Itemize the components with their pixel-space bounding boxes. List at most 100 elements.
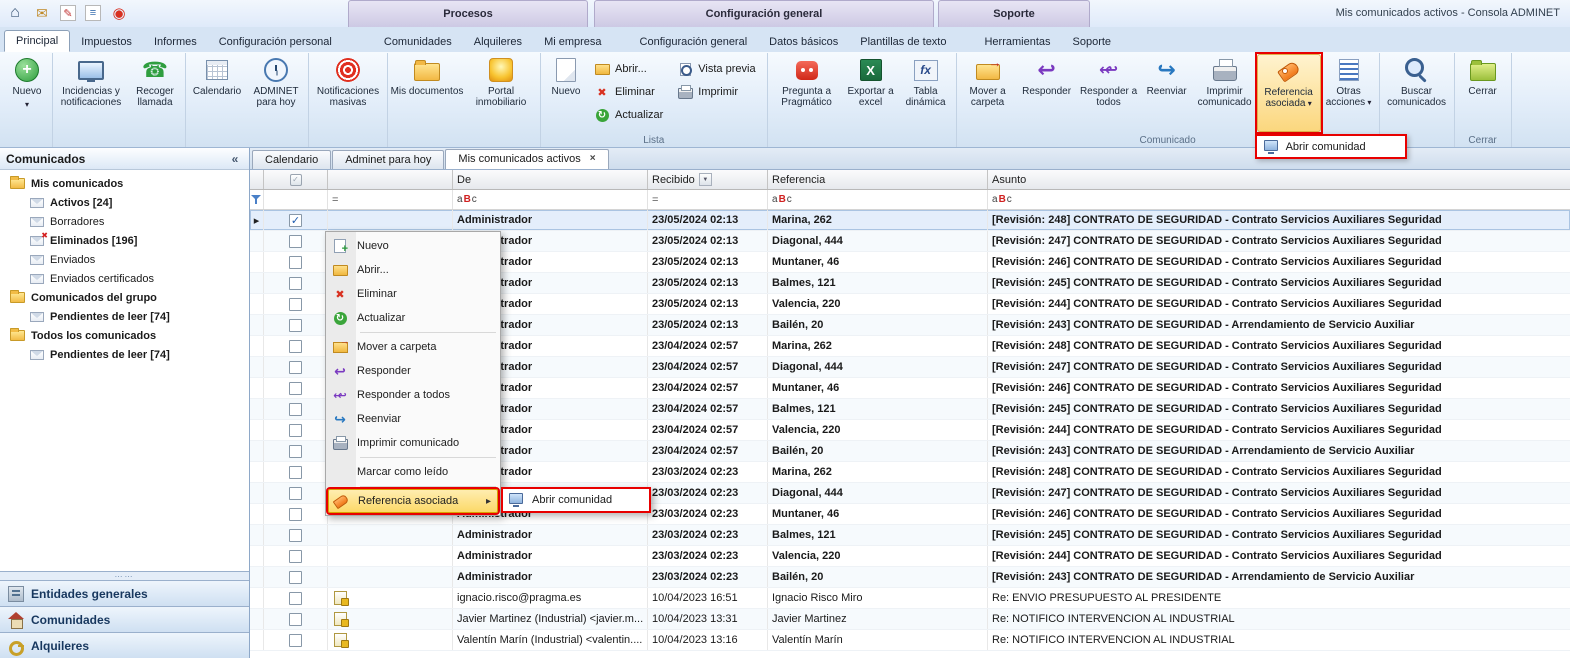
table-row[interactable]: Administrador23/03/2024 02:23Bailén, 20[…	[250, 567, 1570, 588]
tab-plantillas-de-texto[interactable]: Plantillas de texto	[849, 32, 957, 52]
row-checkbox[interactable]	[289, 319, 302, 332]
ribbon-cerrar-button[interactable]: Cerrar	[1457, 54, 1509, 132]
tab-principal[interactable]: Principal	[4, 30, 70, 52]
row-checkbox[interactable]	[289, 634, 302, 647]
ribbon-calendario-button[interactable]: Calendario	[188, 54, 246, 132]
ribbon-nuevo-documento-button[interactable]: Nuevo	[543, 54, 589, 132]
ribbon-reenviar-button[interactable]: Reenviar	[1141, 54, 1193, 132]
row-checkbox[interactable]	[289, 466, 302, 479]
ribbon-portal-inmobiliario-button[interactable]: Portal inmobiliario	[464, 54, 538, 132]
ribbon-notificaciones-masivas-button[interactable]: Notificaciones masivas	[311, 54, 385, 132]
ribbon-abrir-button[interactable]: Abrir...	[592, 59, 669, 79]
row-checkbox[interactable]	[289, 529, 302, 542]
filter-cell-de[interactable]: aBc	[453, 190, 648, 209]
ribbon-imprimir-button[interactable]: Imprimir	[675, 82, 761, 102]
menu-item-responder[interactable]: Responder	[328, 359, 498, 383]
table-row[interactable]: ignacio.risco@pragma.es10/04/2023 16:51I…	[250, 588, 1570, 609]
filter-cell-indicator[interactable]	[250, 190, 264, 209]
mail-icon[interactable]	[33, 4, 51, 22]
ribbon-tabla-dinamica-button[interactable]: Tabla dinámica	[898, 54, 954, 132]
ribbon-mis-documentos-button[interactable]: Mis documentos	[390, 54, 464, 132]
menu-item-responder-a-todos[interactable]: Responder a todos	[328, 383, 498, 407]
menu-item-nuevo[interactable]: Nuevo	[328, 234, 498, 258]
table-row[interactable]: Administrador23/05/2024 02:13Marina, 262…	[250, 210, 1570, 231]
ribbon-referencia-asociada-button[interactable]: Referencia asociada	[1257, 54, 1321, 132]
row-checkbox[interactable]	[289, 445, 302, 458]
sidebar-nav-alquileres[interactable]: Alquileres	[0, 632, 249, 658]
row-checkbox[interactable]	[289, 571, 302, 584]
tab-configuracion-personal[interactable]: Configuración personal	[208, 32, 343, 52]
row-checkbox[interactable]	[289, 256, 302, 269]
context-submenu-abrir-comunidad[interactable]: Abrir comunidad	[501, 487, 651, 513]
row-checkbox[interactable]	[289, 235, 302, 248]
table-row[interactable]: Javier Martinez (Industrial) <javier.m..…	[250, 609, 1570, 630]
row-checkbox[interactable]	[289, 613, 302, 626]
tab-configuracion-general[interactable]: Configuración general	[629, 32, 759, 52]
row-checkbox[interactable]	[289, 340, 302, 353]
ribbon-nuevo-button[interactable]: Nuevo	[4, 54, 50, 132]
row-checkbox[interactable]	[289, 487, 302, 500]
doc-tab-adminet-para-hoy[interactable]: Adminet para hoy	[332, 150, 444, 169]
header-icon-column[interactable]	[328, 170, 453, 189]
filter-cell-referencia[interactable]: aBc	[768, 190, 988, 209]
row-checkbox[interactable]	[289, 382, 302, 395]
edit-document-icon[interactable]	[60, 5, 76, 21]
ribbon-mover-carpeta-button[interactable]: Mover a carpeta	[959, 54, 1017, 132]
tree-item-eliminados-196[interactable]: Eliminados [196]	[0, 231, 249, 250]
ribbon-buscar-comunicados-button[interactable]: Buscar comunicados	[1382, 54, 1452, 132]
record-icon[interactable]	[110, 4, 128, 22]
tree-item-enviados[interactable]: Enviados	[0, 250, 249, 269]
filter-cell-recibido[interactable]: =	[648, 190, 768, 209]
tree-item-todos-los-comunicados[interactable]: Todos los comunicados	[0, 326, 249, 345]
header-de[interactable]: De	[453, 170, 648, 189]
ribbon-incidencias-button[interactable]: Incidencias y notificaciones	[55, 54, 127, 132]
header-select-all[interactable]	[264, 170, 328, 189]
filter-cell-checkbox[interactable]	[264, 190, 328, 209]
header-referencia[interactable]: Referencia	[768, 170, 988, 189]
menu-item-abrir[interactable]: Abrir...	[328, 258, 498, 282]
ribbon-pregunta-pragmatico-button[interactable]: Pregunta a Pragmático	[770, 54, 844, 132]
tree-item-mis-comunicados[interactable]: Mis comunicados	[0, 174, 249, 193]
doc-tab-mis-comunicados-activos[interactable]: Mis comunicados activos	[445, 149, 608, 169]
menu-item-eliminar[interactable]: Eliminar	[328, 282, 498, 306]
tab-herramientas[interactable]: Herramientas	[973, 32, 1061, 52]
splitter-grip[interactable]	[0, 571, 249, 580]
tree-item-activos-24[interactable]: Activos [24]	[0, 193, 249, 212]
table-row[interactable]: Valentín Marín (Industrial) <valentin...…	[250, 630, 1570, 651]
ribbon-responder-button[interactable]: Responder	[1017, 54, 1077, 132]
ribbon-actualizar-button[interactable]: Actualizar	[592, 105, 669, 125]
menu-item-actualizar[interactable]: Actualizar	[328, 306, 498, 330]
home-icon[interactable]	[6, 4, 24, 22]
ribbon-vista-previa-button[interactable]: Vista previa	[675, 59, 761, 79]
ribbon-otras-acciones-button[interactable]: Otras acciones	[1321, 54, 1377, 132]
ribbon-responder-todos-button[interactable]: Responder a todos	[1077, 54, 1141, 132]
header-asunto[interactable]: Asunto	[988, 170, 1570, 189]
row-checkbox[interactable]	[289, 277, 302, 290]
tree-item-enviados-certificados[interactable]: Enviados certificados	[0, 269, 249, 288]
row-checkbox[interactable]	[289, 403, 302, 416]
document-icon[interactable]	[85, 5, 101, 21]
tree-item-pendientes-de-leer-74[interactable]: Pendientes de leer [74]	[0, 307, 249, 326]
tree-item-pendientes-de-leer-74[interactable]: Pendientes de leer [74]	[0, 345, 249, 364]
menu-item-mover-a-carpeta[interactable]: Mover a carpeta	[328, 335, 498, 359]
tab-datos-basicos[interactable]: Datos básicos	[758, 32, 849, 52]
tab-impuestos[interactable]: Impuestos	[70, 32, 143, 52]
filter-cell-asunto[interactable]: aBc	[988, 190, 1570, 209]
close-tab-icon[interactable]	[590, 154, 596, 164]
tab-mi-empresa[interactable]: Mi empresa	[533, 32, 612, 52]
ribbon-imprimir-comunicado-button[interactable]: Imprimir comunicado	[1193, 54, 1257, 132]
row-checkbox[interactable]	[289, 214, 302, 227]
sidebar-nav-entidades-generales[interactable]: Entidades generales	[0, 580, 249, 606]
menu-item-referencia-asociada[interactable]: Referencia asociada	[328, 489, 498, 513]
table-row[interactable]: Administrador23/03/2024 02:23Balmes, 121…	[250, 525, 1570, 546]
row-checkbox[interactable]	[289, 298, 302, 311]
row-checkbox[interactable]	[289, 508, 302, 521]
collapse-sidebar-icon[interactable]	[227, 151, 243, 167]
tab-comunidades[interactable]: Comunidades	[373, 32, 463, 52]
menu-item-reenviar[interactable]: Reenviar	[328, 407, 498, 431]
ribbon-eliminar-button[interactable]: Eliminar	[592, 82, 669, 102]
tree-item-comunicados-del-grupo[interactable]: Comunicados del grupo	[0, 288, 249, 307]
tab-informes[interactable]: Informes	[143, 32, 208, 52]
tab-soporte[interactable]: Soporte	[1062, 32, 1123, 52]
tree-item-borradores[interactable]: Borradores	[0, 212, 249, 231]
